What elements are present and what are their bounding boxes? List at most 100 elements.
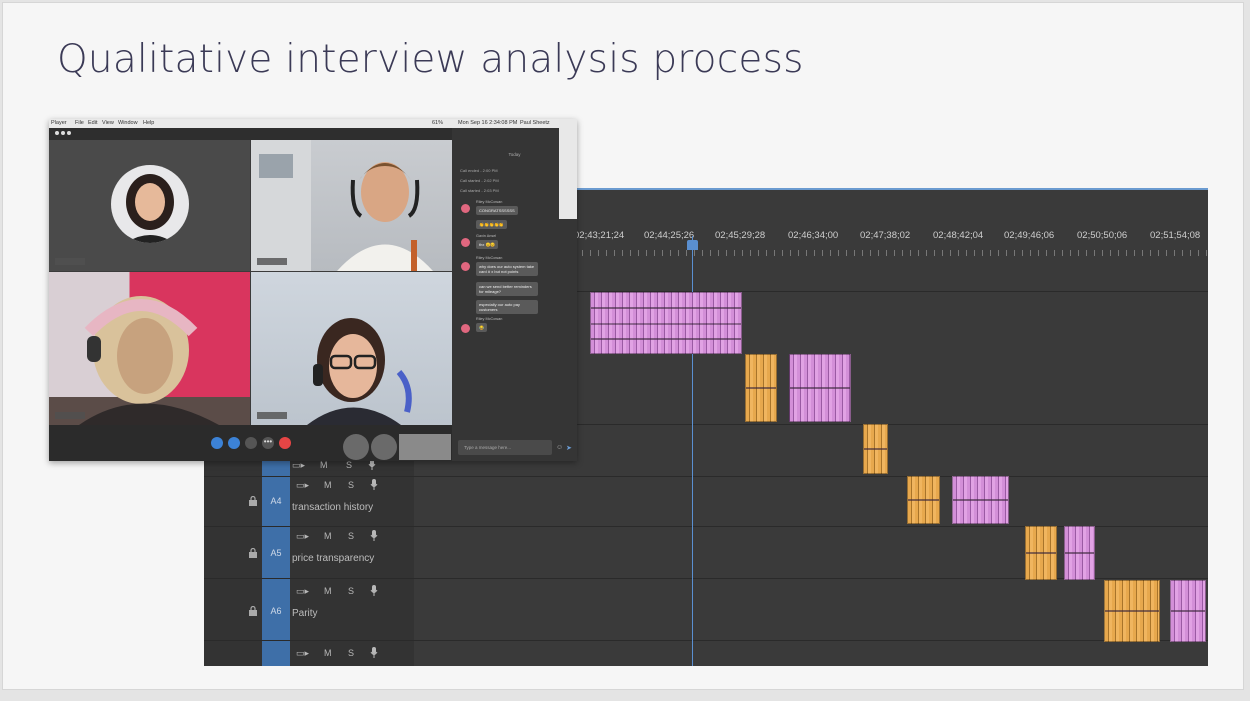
mute-button[interactable]: M bbox=[324, 531, 332, 541]
window-zoom-icon[interactable] bbox=[67, 131, 71, 135]
mute-button[interactable]: M bbox=[324, 586, 332, 596]
lock-icon[interactable] bbox=[248, 548, 258, 558]
mute-button[interactable]: M bbox=[324, 648, 332, 658]
mute-button[interactable]: M bbox=[320, 460, 328, 470]
participant-name-tag bbox=[257, 412, 287, 419]
participant-video bbox=[49, 296, 250, 425]
chat-avatar bbox=[461, 262, 470, 271]
solo-button[interactable]: S bbox=[346, 460, 352, 470]
participant-avatar bbox=[111, 165, 189, 243]
toggle-output-icon[interactable]: ▭▸ bbox=[296, 586, 309, 597]
participant-thumbnail[interactable] bbox=[371, 434, 397, 460]
chat-message: 😂 bbox=[476, 323, 487, 332]
toggle-output-icon[interactable]: ▭▸ bbox=[292, 460, 305, 471]
participant-video bbox=[307, 318, 412, 425]
end-call-icon[interactable] bbox=[279, 437, 291, 449]
audio-clip[interactable] bbox=[745, 354, 777, 422]
track-id[interactable]: A6 bbox=[262, 606, 290, 616]
track-name: price transparency bbox=[292, 553, 375, 564]
menu-edit[interactable]: Edit bbox=[88, 120, 97, 126]
participant-name-tag bbox=[257, 258, 287, 265]
menu-file[interactable]: File bbox=[75, 120, 84, 126]
camera-icon[interactable] bbox=[211, 437, 223, 449]
participant-thumbnail[interactable] bbox=[343, 434, 369, 460]
audio-clip[interactable] bbox=[952, 476, 1009, 524]
more-icon[interactable]: ••• bbox=[262, 437, 274, 449]
chat-sender: Riley McCowan bbox=[476, 200, 503, 204]
audio-clip[interactable] bbox=[1064, 526, 1095, 580]
audio-clip[interactable] bbox=[789, 354, 851, 422]
time-ruler[interactable]: 02;43;21;24 02;44;25;26 02;45;29;28 02;4… bbox=[574, 216, 1208, 256]
participant-tile[interactable] bbox=[49, 140, 250, 271]
audio-clip[interactable] bbox=[590, 292, 742, 324]
solo-button[interactable]: S bbox=[348, 586, 354, 596]
audio-clip[interactable] bbox=[907, 476, 940, 524]
participant-tile[interactable] bbox=[49, 272, 250, 425]
user-name: Paul Sheetz bbox=[520, 120, 550, 126]
clock: Mon Sep 16 2:34:08 PM bbox=[458, 120, 518, 126]
toggle-output-icon[interactable]: ▭▸ bbox=[296, 531, 309, 542]
call-controls-bar: ••• bbox=[49, 425, 452, 461]
self-view-thumbnail[interactable] bbox=[399, 434, 451, 460]
ruler-ticks bbox=[574, 250, 1208, 256]
solo-button[interactable]: S bbox=[348, 480, 354, 490]
window-titlebar bbox=[49, 128, 452, 140]
chat-message: 👏👏👏👏👏 bbox=[476, 220, 507, 229]
participant-name-tag bbox=[55, 258, 85, 265]
track-row-a4: A4 ▭▸ M S transaction history bbox=[204, 478, 414, 528]
battery-level: 61% bbox=[432, 120, 444, 126]
track-row-a7: ▭▸ M S bbox=[204, 640, 414, 666]
timecode: 02;50;50;06 bbox=[1077, 230, 1128, 241]
timecode: 02;47;38;02 bbox=[860, 230, 911, 241]
audio-clip[interactable] bbox=[590, 324, 742, 354]
mute-button[interactable]: M bbox=[324, 480, 332, 490]
chat-message: CONGRATSSSSSS bbox=[476, 206, 518, 215]
track-row-a3: ▭▸ M S bbox=[204, 459, 414, 474]
slide: Qualitative interview analysis process ▭… bbox=[2, 2, 1244, 690]
call-event: Call ended - 2:00 PM bbox=[460, 168, 498, 173]
track-row-a5: A5 ▭▸ M S price transparency bbox=[204, 528, 414, 580]
lock-icon[interactable] bbox=[248, 606, 258, 616]
track-divider bbox=[204, 526, 1208, 527]
audio-clip[interactable] bbox=[863, 424, 888, 474]
track-id[interactable]: A5 bbox=[262, 548, 290, 558]
solo-button[interactable]: S bbox=[348, 531, 354, 541]
menu-window[interactable]: Window bbox=[118, 120, 138, 126]
send-icon[interactable]: ➤ bbox=[566, 444, 572, 452]
participant-tile[interactable] bbox=[251, 140, 452, 271]
call-event: Call started - 2:03 PM bbox=[460, 188, 499, 193]
microphone-icon[interactable] bbox=[228, 437, 240, 449]
emoji-icon[interactable]: ☺ bbox=[556, 444, 563, 451]
microphone-icon[interactable] bbox=[370, 530, 378, 541]
chat-sender: Riley McCowan bbox=[476, 317, 503, 321]
share-icon[interactable] bbox=[245, 437, 257, 449]
track-divider bbox=[204, 476, 1208, 477]
track-divider bbox=[204, 640, 1208, 641]
chat-message: can we send better reminders for mileage… bbox=[476, 282, 538, 296]
participant-video bbox=[251, 140, 433, 271]
window-close-icon[interactable] bbox=[55, 131, 59, 135]
menu-help[interactable]: Help bbox=[143, 120, 154, 126]
audio-clip[interactable] bbox=[1170, 580, 1206, 642]
track-id[interactable]: A4 bbox=[262, 496, 290, 506]
audio-clip[interactable] bbox=[1104, 580, 1160, 642]
chat-message-input[interactable]: Type a message here... bbox=[458, 440, 552, 455]
microphone-icon[interactable] bbox=[370, 585, 378, 596]
participant-name-tag bbox=[55, 412, 85, 419]
toggle-output-icon[interactable]: ▭▸ bbox=[296, 480, 309, 491]
microphone-icon[interactable] bbox=[370, 647, 378, 658]
menu-bar: Player File Edit View Window Help 61% Mo… bbox=[49, 119, 577, 128]
window-minimize-icon[interactable] bbox=[61, 131, 65, 135]
microphone-icon[interactable] bbox=[370, 479, 378, 490]
menu-app[interactable]: Player bbox=[51, 120, 67, 126]
toggle-output-icon[interactable]: ▭▸ bbox=[296, 648, 309, 659]
participant-tile[interactable] bbox=[251, 272, 452, 425]
menu-view[interactable]: View bbox=[102, 120, 114, 126]
timecode: 02;51;54;08 bbox=[1150, 230, 1201, 241]
timecode: 02;46;34;00 bbox=[788, 230, 839, 241]
lock-icon[interactable] bbox=[248, 496, 258, 506]
solo-button[interactable]: S bbox=[348, 648, 354, 658]
audio-clip[interactable] bbox=[1025, 526, 1057, 580]
chat-avatar bbox=[461, 324, 470, 333]
video-call-window: Player File Edit View Window Help 61% Mo… bbox=[49, 119, 577, 461]
